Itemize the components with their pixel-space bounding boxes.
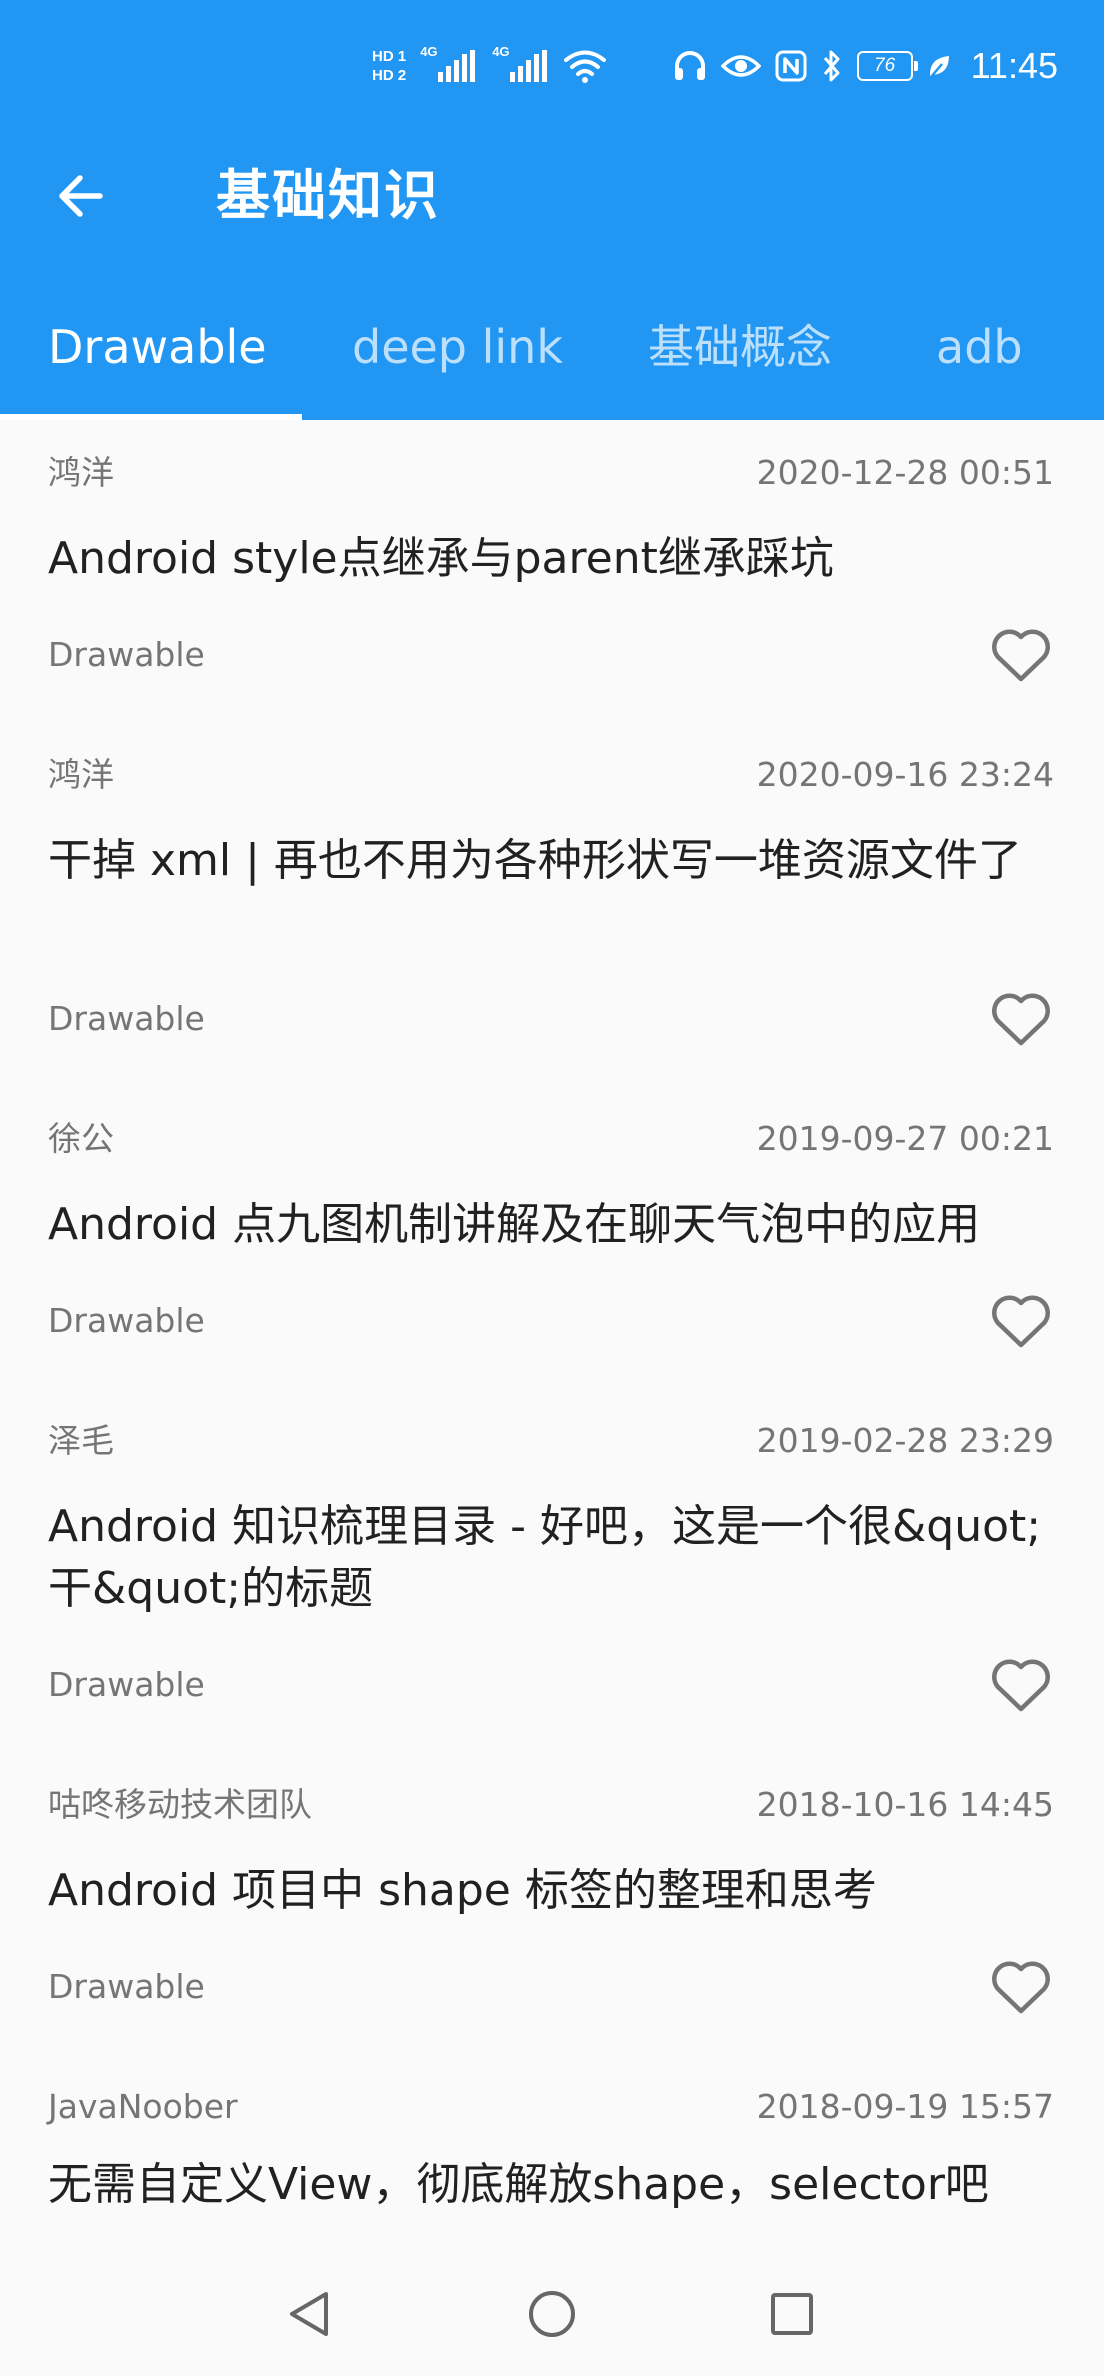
article-author: 徐公 [48, 1119, 114, 1158]
status-bar-right: 76 11:45 [673, 36, 1058, 96]
favorite-button[interactable] [988, 986, 1054, 1052]
network-type-2: 4G [492, 44, 510, 59]
nfc-icon [775, 50, 807, 82]
battery-icon: 76 [856, 51, 918, 81]
status-bar-left: HD 1 HD 2 4G 4G [372, 36, 607, 96]
article-time: 2020-12-28 00:51 [756, 453, 1054, 492]
article-time: 2018-10-16 14:45 [756, 1785, 1054, 1824]
tab-basic-concepts[interactable]: 基础概念 [648, 312, 832, 382]
leaf-icon [929, 56, 949, 78]
article-title: Android 知识梳理目录 - 好吧，这是一个很&quot;干&quot;的标… [48, 1501, 1042, 1614]
article-time: 2018-09-19 15:57 [756, 2087, 1054, 2126]
article-category[interactable]: Drawable [48, 632, 205, 678]
article-author: 鸿洋 [48, 755, 114, 794]
eye-icon [720, 55, 761, 77]
nav-recents-icon [771, 2293, 813, 2335]
article-title: Android style点继承与parent继承踩坑 [48, 533, 834, 584]
article-title: Android 点九图机制讲解及在聊天气泡中的应用 [48, 1199, 981, 1250]
heart-outline-icon [992, 1961, 1050, 2014]
tab-deep-link[interactable]: deep link [352, 312, 563, 382]
hd2-label: HD 2 [372, 67, 407, 84]
signal-2: 4G [492, 44, 550, 84]
tab-adb[interactable]: adb [936, 312, 1023, 382]
article-card[interactable]: JavaNoober 2018-09-19 15:57 无需自定义View，彻底… [0, 2054, 1104, 2252]
heart-outline-icon [992, 629, 1050, 682]
article-title: Android 项目中 shape 标签的整理和思考 [48, 1865, 877, 1916]
screen: HD 1 HD 2 4G 4G 76 11:45 基础知识 Drawable d… [0, 0, 1104, 2376]
article-time: 2019-09-27 00:21 [756, 1119, 1054, 1158]
network-type-1: 4G [420, 44, 438, 59]
battery-level: 76 [874, 55, 896, 76]
signal-1: 4G [420, 44, 478, 84]
favorite-button[interactable] [988, 1954, 1054, 2020]
heart-outline-icon [992, 993, 1050, 1046]
nav-home-icon [529, 2291, 575, 2337]
article-list: 鸿洋 2020-12-28 00:51 Android style点继承与par… [0, 420, 1104, 2252]
nav-home-button[interactable] [516, 2278, 588, 2350]
article-author: JavaNoober [48, 2087, 238, 2126]
article-card[interactable]: 徐公 2019-09-27 00:21 Android 点九图机制讲解及在聊天气… [0, 1086, 1104, 1388]
favorite-button[interactable] [988, 1288, 1054, 1354]
heart-outline-icon [992, 1659, 1050, 1712]
tab-bar: Drawable deep link 基础概念 adb [0, 300, 1104, 420]
system-nav-bar [0, 2252, 1104, 2376]
article-card[interactable]: 鸿洋 2020-09-16 23:24 干掉 xml | 再也不用为各种形状写一… [0, 722, 1104, 1086]
article-category[interactable]: Drawable [48, 996, 205, 1042]
favorite-button[interactable] [988, 622, 1054, 688]
page-title: 基础知识 [216, 164, 440, 227]
bluetooth-icon [823, 50, 840, 82]
article-category[interactable]: Drawable [48, 1662, 205, 1708]
article-category[interactable]: Drawable [48, 1298, 205, 1344]
article-card[interactable]: 泽毛 2019-02-28 23:29 Android 知识梳理目录 - 好吧，… [0, 1388, 1104, 1752]
nav-back-button[interactable] [274, 2278, 346, 2350]
favorite-button[interactable] [988, 1652, 1054, 1718]
article-author: 鸿洋 [48, 453, 114, 492]
hd1-label: HD 1 [372, 48, 407, 65]
toolbar: 基础知识 [0, 132, 1104, 260]
article-title: 无需自定义View，彻底解放shape，selector吧 [48, 2159, 989, 2210]
back-button[interactable] [44, 160, 116, 232]
heart-outline-icon [992, 1295, 1050, 1348]
article-author: 咕咚移动技术团队 [48, 1785, 312, 1824]
nav-back-icon [290, 2292, 328, 2336]
article-title: 干掉 xml | 再也不用为各种形状写一堆资源文件了 [48, 835, 1022, 886]
hd-indicators: HD 1 HD 2 [372, 49, 406, 83]
nav-recents-button[interactable] [756, 2278, 828, 2350]
clock: 11:45 [970, 45, 1058, 86]
article-category[interactable]: Drawable [48, 1964, 205, 2010]
article-card[interactable]: 鸿洋 2020-12-28 00:51 Android style点继承与par… [0, 420, 1104, 722]
app-bar: HD 1 HD 2 4G 4G 76 11:45 基础知识 Drawable d… [0, 0, 1104, 420]
headphones-icon [674, 51, 705, 80]
article-author: 泽毛 [48, 1421, 114, 1460]
status-bar: HD 1 HD 2 4G 4G 76 11:45 [0, 0, 1104, 132]
article-time: 2020-09-16 23:24 [756, 755, 1054, 794]
article-card[interactable]: 咕咚移动技术团队 2018-10-16 14:45 Android 项目中 sh… [0, 1752, 1104, 2054]
tab-drawable[interactable]: Drawable [48, 312, 267, 382]
article-time: 2019-02-28 23:29 [756, 1421, 1054, 1460]
wifi-icon [564, 50, 607, 83]
signal-bars-icon [510, 50, 548, 82]
signal-bars-icon [438, 50, 476, 82]
arrow-left-icon [59, 175, 103, 217]
